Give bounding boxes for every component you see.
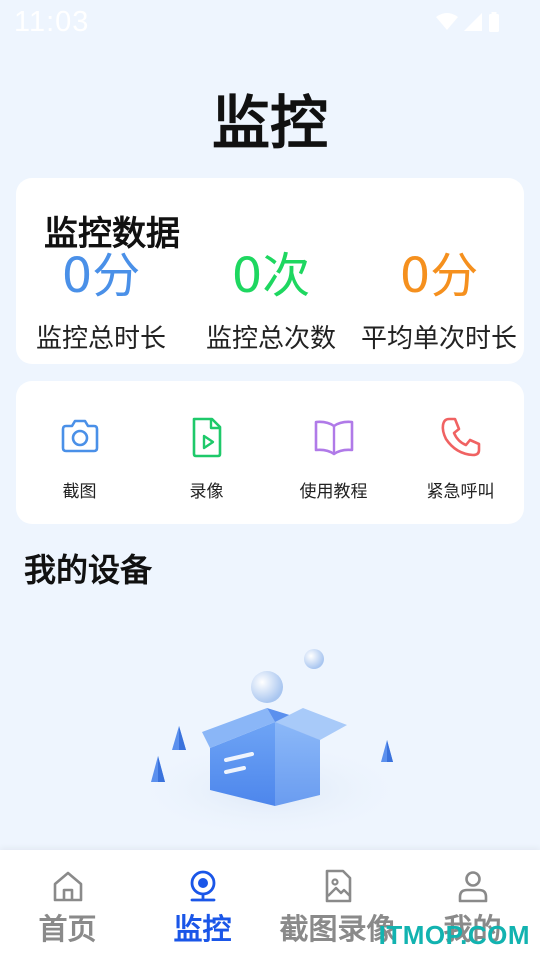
stat-value: 0次 <box>231 248 311 304</box>
stat-total-count: 0次 监控总次数 <box>186 246 356 355</box>
camera-icon <box>61 419 98 453</box>
image-file-icon <box>325 869 351 903</box>
record-video-button[interactable]: 录像 <box>143 381 270 524</box>
stat-value: 0分 <box>399 248 479 304</box>
video-file-icon <box>192 417 221 458</box>
emergency-call-button[interactable]: 紧急呼叫 <box>397 381 524 524</box>
phone-icon <box>441 417 480 457</box>
action-label: 截图 <box>62 482 97 502</box>
stat-average-duration: 0分 平均单次时长 <box>354 246 524 355</box>
quick-actions-card: 截图 录像 使用教程 紧急呼叫 <box>16 381 524 524</box>
stat-total-duration: 0分 监控总时长 <box>16 246 186 355</box>
nav-monitor[interactable]: 监控 <box>135 850 270 960</box>
stat-value: 0分 <box>61 248 141 304</box>
action-label: 紧急呼叫 <box>426 482 495 502</box>
action-label: 使用教程 <box>299 482 368 502</box>
watermark: ITMOP.COM <box>378 920 530 950</box>
battery-icon <box>489 12 499 32</box>
wifi-icon <box>436 13 458 30</box>
status-time: 11:03 <box>14 5 90 38</box>
my-devices-title: 我的设备 <box>24 551 153 589</box>
status-icons <box>436 12 500 32</box>
nav-label: 首页 <box>38 912 97 946</box>
book-icon <box>314 420 353 456</box>
home-icon <box>53 871 82 902</box>
signal-icon <box>464 13 482 31</box>
nav-label: 监控 <box>173 912 232 946</box>
stat-label: 平均单次时长 <box>360 324 517 354</box>
action-label: 录像 <box>189 482 224 502</box>
screenshot-button[interactable]: 截图 <box>16 381 143 524</box>
monitor-stats-card: 监控数据 0分 监控总时长 0次 监控总次数 0分 平均单次时长 <box>16 178 524 364</box>
status-bar: 11:03 <box>0 0 540 44</box>
stat-label: 监控总时长 <box>35 324 166 354</box>
empty-box-icon <box>130 649 410 840</box>
user-icon <box>458 871 487 903</box>
nav-home[interactable]: 首页 <box>0 850 135 960</box>
tutorial-button[interactable]: 使用教程 <box>270 381 397 524</box>
page-title: 监控 <box>211 89 328 157</box>
stat-label: 监控总次数 <box>205 324 336 354</box>
webcam-icon <box>190 870 215 902</box>
